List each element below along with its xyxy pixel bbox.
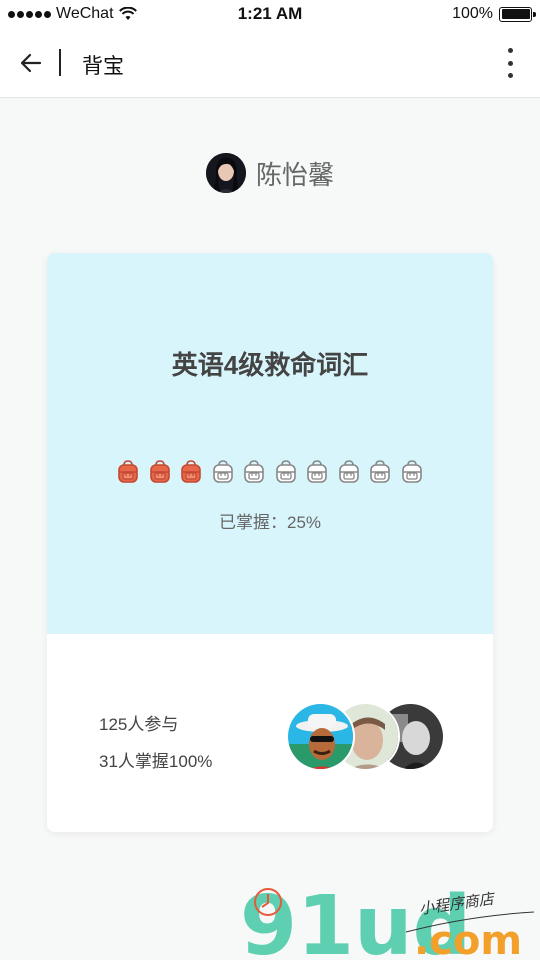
user-name: 陈怡馨 [255,159,334,190]
battery-percent: 100% [452,5,493,22]
backpack-icon-filled [149,460,170,483]
battery-icon [499,6,536,22]
status-bar: WeChat 1:21 AM 100% [0,0,540,28]
progress-bags [47,460,493,484]
backpack-icon-empty [275,460,296,483]
mastery-text: 已掌握：25% [218,513,322,532]
status-right: 100% [452,5,536,23]
backpack-icon-filled [181,460,202,483]
back-arrow-icon [20,53,42,73]
nav-title: 背宝 [82,55,124,78]
participants-count: 125人参与 [99,715,179,734]
card-header: 英语4级救命词汇 已掌握：25% [47,253,493,634]
watermark-logo: 91ud .com 小程序商店 [238,879,538,960]
backpack-icon-empty [212,460,233,483]
backpack-icon-filled [118,460,139,483]
card-footer: 125人参与 31人掌握100% [47,634,493,832]
participant-avatars[interactable] [286,702,445,772]
vocab-card[interactable]: 英语4级救命词汇 已掌握：25% 125人参与 31人掌握100% [47,253,493,832]
user-row: 陈怡馨 [0,152,540,194]
card-title: 英语4级救命词汇 [171,350,369,380]
user-avatar[interactable] [205,153,246,193]
backpack-icon-empty [401,460,422,483]
backpack-icon-empty [338,460,359,483]
nav-divider [59,49,61,76]
mastered-count: 31人掌握100% [99,752,213,771]
backpack-icon-empty [307,460,328,483]
watermark-suffix: .com [414,918,522,960]
nav-bar: 背宝 [0,28,540,98]
backpack-icon-empty [244,460,265,483]
participant-avatar [286,702,355,771]
more-vertical-icon[interactable] [502,48,518,78]
back-button[interactable] [18,50,44,76]
backpack-icon-empty [370,460,391,483]
